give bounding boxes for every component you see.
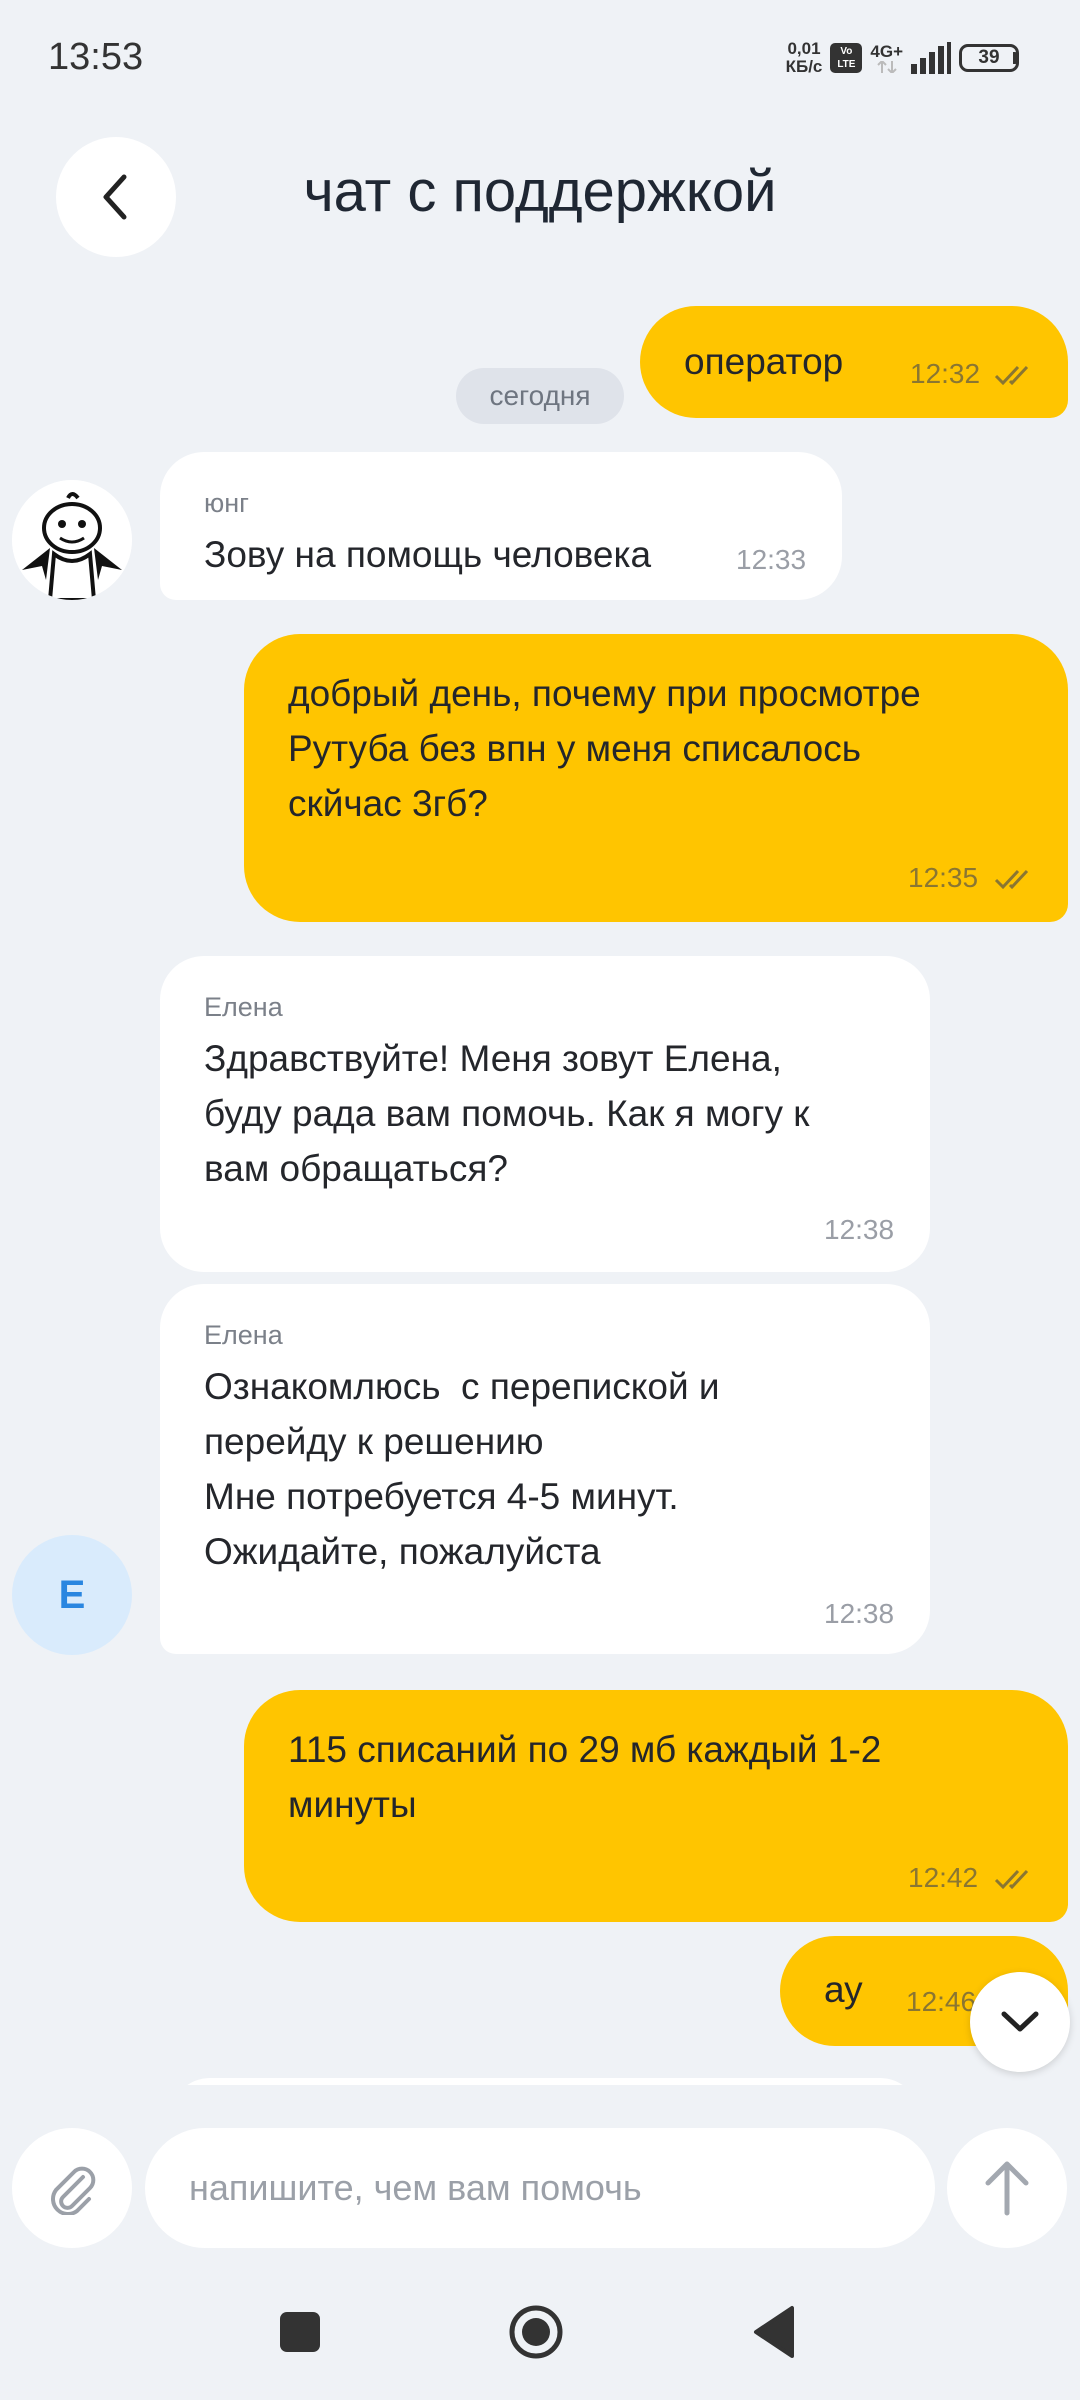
bot-avatar (12, 480, 132, 600)
send-button[interactable] (947, 2128, 1067, 2248)
volte-icon: Vo LTE (830, 43, 863, 73)
read-ticks-icon (994, 365, 1029, 386)
scroll-to-bottom-button[interactable] (970, 1972, 1070, 2072)
chevron-down-icon (1001, 2011, 1039, 2032)
message-outgoing[interactable]: оператор 12:32 (640, 306, 1068, 418)
recents-button[interactable] (280, 2312, 320, 2352)
message-time: 12:38 (824, 1598, 895, 1629)
network-type: 4G+ (870, 43, 903, 73)
nav-back-button[interactable] (750, 2304, 800, 2360)
message-sender: юнг (204, 488, 250, 518)
message-time: 12:33 (736, 544, 807, 575)
message-sender: Елена (204, 1320, 283, 1350)
read-ticks-icon (994, 1869, 1029, 1890)
read-ticks-icon (994, 869, 1029, 890)
message-outgoing[interactable]: 115 списаний по 29 мб каждый 1-2 минуты … (244, 1690, 1068, 1922)
message-incoming[interactable]: юнг Зову на помощь человека 12:33 (160, 452, 842, 600)
battery-icon: 39 (959, 44, 1019, 72)
message-time: 12:38 (824, 1214, 895, 1245)
signal-icon (911, 42, 951, 74)
page-title: чат с поддержкой (303, 159, 777, 224)
message-incoming[interactable]: Елена Ознакомлюсь с перепиской и перейду… (160, 1284, 930, 1654)
paperclip-icon (51, 2166, 96, 2215)
status-icons: 0,01 КБ/с Vo LTE 4G+ 39 (785, 36, 1019, 80)
message-sender: Елена (204, 992, 283, 1022)
message-incoming[interactable]: Елена Здравствуйте! Меня зовут Елена, бу… (160, 956, 930, 1272)
home-button[interactable] (508, 2304, 564, 2360)
arrow-up-icon (985, 2161, 1029, 2216)
status-time: 13:53 (48, 36, 144, 78)
operator-avatar: Е (12, 1535, 132, 1655)
attach-button[interactable] (12, 2128, 132, 2248)
message-outgoing[interactable]: добрый день, почему при просмотре Рутуба… (244, 634, 1068, 922)
message-input[interactable] (145, 2128, 935, 2248)
message-time: 12:35 (908, 862, 979, 893)
date-separator: сегодня (456, 368, 624, 424)
message-time: 12:32 (910, 358, 981, 389)
message-time: 12:42 (908, 1862, 979, 1893)
message-time: 12:46 (906, 1986, 977, 2017)
network-speed: 0,01 КБ/с (785, 39, 823, 76)
